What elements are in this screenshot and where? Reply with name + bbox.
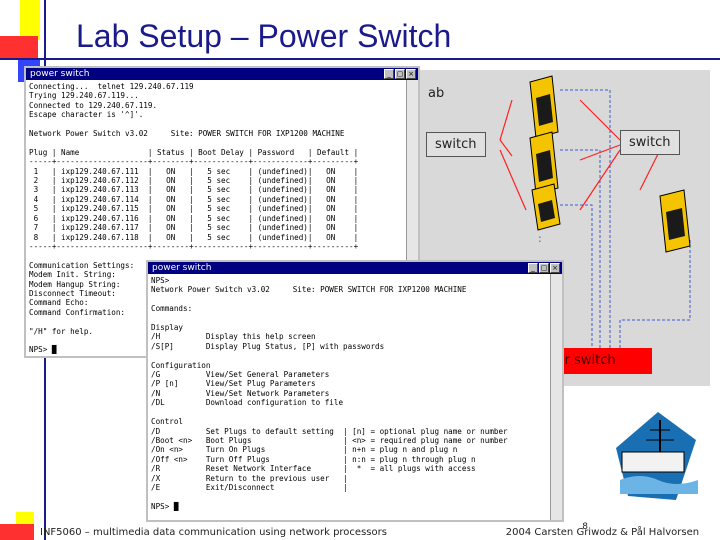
terminal-line: Trying 129.240.67.119... bbox=[29, 91, 139, 101]
terminal-line: Connected to 129.240.67.119. bbox=[29, 100, 158, 110]
terminal-line: /H Display this help screen bbox=[151, 332, 316, 342]
maximize-button[interactable]: ▢ bbox=[395, 69, 405, 79]
terminal-line: Network Power Switch v3.02 Site: POWER S… bbox=[29, 129, 345, 139]
close-button[interactable]: × bbox=[550, 263, 560, 273]
terminal-line: /G View/Set General Parameters bbox=[151, 370, 330, 380]
minimize-button[interactable]: _ bbox=[384, 69, 394, 79]
terminal-line: Plug | Name | Status | Boot Delay | Pass… bbox=[29, 147, 359, 157]
terminal-line: Connecting... telnet 129.240.67.119 bbox=[29, 82, 194, 91]
minimize-button[interactable]: _ bbox=[528, 263, 538, 273]
window-title: power switch bbox=[30, 69, 90, 79]
machine-icon bbox=[529, 75, 559, 139]
scrollbar[interactable] bbox=[550, 274, 562, 520]
terminal-line: /N View/Set Network Parameters bbox=[151, 388, 330, 398]
terminal-window-help[interactable]: power switch _ ▢ × NPS> Network Power Swi… bbox=[146, 260, 564, 522]
window-title-bar[interactable]: power switch _ ▢ × bbox=[26, 68, 418, 80]
terminal-line: NPS> bbox=[151, 276, 170, 285]
close-button[interactable]: × bbox=[406, 69, 416, 79]
terminal-line: 4 | ixp129.240.67.114 | ON | 5 sec | (un… bbox=[29, 194, 359, 204]
terminal-line: /P [n] View/Set Plug Parameters bbox=[151, 379, 316, 389]
ellipsis-mark: : bbox=[538, 232, 542, 245]
lab-building-icon bbox=[616, 412, 698, 500]
terminal-line: /On <n> Turn On Plugs | n+n = plug n and… bbox=[151, 445, 458, 455]
terminal-line: 6 | ixp129.240.67.116 | ON | 5 sec | (un… bbox=[29, 213, 359, 223]
terminal-line: 1 | ixp129.240.67.111 | ON | 5 sec | (un… bbox=[29, 166, 359, 176]
terminal-line: 8 | ixp129.240.67.118 | ON | 5 sec | (un… bbox=[29, 232, 359, 242]
terminal-line: -----+--------------------+--------+----… bbox=[29, 241, 359, 251]
terminal-line: 3 | ixp129.240.67.113 | ON | 5 sec | (un… bbox=[29, 185, 359, 195]
terminal-line: Network Power Switch v3.02 Site: POWER S… bbox=[151, 285, 467, 295]
lab-label: ab bbox=[428, 86, 445, 101]
terminal-line: 5 | ixp129.240.67.115 | ON | 5 sec | (un… bbox=[29, 204, 359, 214]
terminal-line: -----+--------------------+--------+----… bbox=[29, 157, 359, 167]
terminal-line: /X Return to the previous user | bbox=[151, 473, 348, 483]
terminal-line: /R Reset Network Interface | * = all plu… bbox=[151, 464, 476, 474]
terminal-line: Control bbox=[151, 417, 184, 427]
switch-left-label: switch bbox=[426, 132, 486, 157]
terminal-line: Configuration bbox=[151, 360, 211, 370]
footer-copyright: 2004 Carsten Griwodz & Pål Halvorsen bbox=[505, 527, 700, 538]
terminal-output[interactable]: NPS> Network Power Switch v3.02 Site: POW… bbox=[148, 274, 550, 520]
terminal-line: Escape character is '^]'. bbox=[29, 110, 144, 120]
footer-authors: 2004 Carsten Griwodz & Pål Halvorsen 8 bbox=[505, 522, 708, 538]
switch-right-label: switch bbox=[620, 130, 680, 155]
window-title-bar[interactable]: power switch _ ▢ × bbox=[148, 262, 562, 274]
terminal-line: NPS> █ bbox=[151, 501, 179, 511]
terminal-line: /Off <n> Turn Off Plugs | n:n = plug n t… bbox=[151, 454, 476, 464]
terminal-line: /DL Download configuration to file bbox=[151, 398, 344, 408]
machine-icon bbox=[531, 183, 561, 231]
terminal-line: /Boot <n> Boot Plugs | <n> = required pl… bbox=[151, 435, 508, 445]
machine-icon bbox=[659, 189, 691, 253]
terminal-line: Commands: bbox=[151, 304, 193, 314]
terminal-line: /D Set Plugs to default setting | [n] = … bbox=[151, 426, 508, 436]
maximize-button[interactable]: ▢ bbox=[539, 263, 549, 273]
terminal-line: /E Exit/Disconnect | bbox=[151, 482, 348, 492]
page-number: 8 bbox=[582, 522, 588, 532]
terminal-line: Display bbox=[151, 323, 184, 333]
window-title: power switch bbox=[152, 263, 212, 273]
terminal-line: 7 | ixp129.240.67.117 | ON | 5 sec | (un… bbox=[29, 223, 359, 233]
terminal-line: 2 | ixp129.240.67.112 | ON | 5 sec | (un… bbox=[29, 176, 359, 186]
footer-course: INF5060 – multimedia data communication … bbox=[40, 527, 387, 538]
terminal-line: /S[P] Display Plug Status, [P] with pass… bbox=[151, 341, 385, 351]
network-cables bbox=[499, 99, 661, 211]
